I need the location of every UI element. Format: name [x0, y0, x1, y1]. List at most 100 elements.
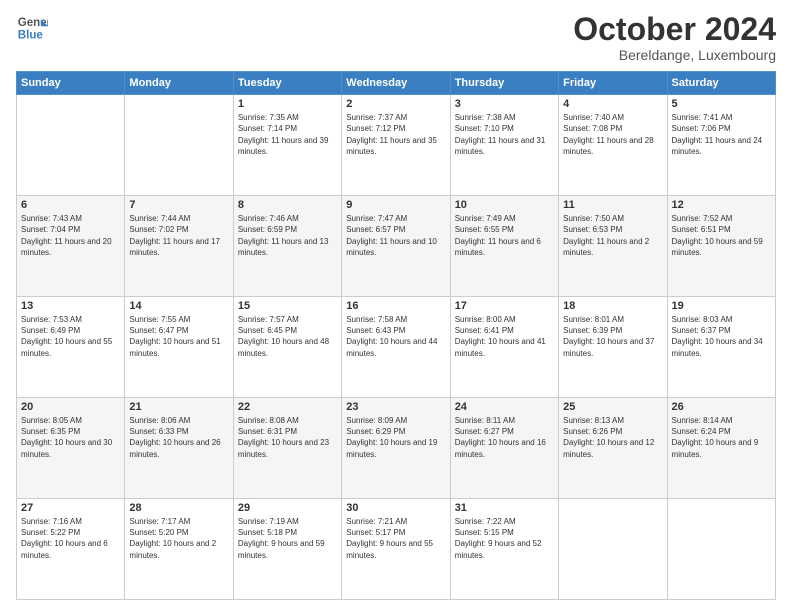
calendar-cell: [125, 95, 233, 196]
day-info: Sunrise: 8:08 AMSunset: 6:31 PMDaylight:…: [238, 415, 337, 460]
day-info: Sunrise: 7:46 AMSunset: 6:59 PMDaylight:…: [238, 213, 337, 258]
week-row-4: 20Sunrise: 8:05 AMSunset: 6:35 PMDayligh…: [17, 398, 776, 499]
day-number: 6: [21, 199, 120, 211]
calendar-cell: 31 Sunrise: 7:22 AMSunset: 5:15 PMDayligh…: [450, 499, 558, 600]
calendar-cell: 30Sunrise: 7:21 AMSunset: 5:17 PMDayligh…: [342, 499, 450, 600]
calendar-cell: 27 Sunrise: 7:16 AMSunset: 5:22 PMDayligh…: [17, 499, 125, 600]
day-info: Sunrise: 7:50 AMSunset: 6:53 PMDaylight:…: [563, 213, 662, 258]
day-number: 29: [238, 502, 337, 514]
day-number: 2: [346, 98, 445, 110]
day-number: 14: [129, 300, 228, 312]
svg-text:Blue: Blue: [18, 30, 44, 42]
day-info: Sunrise: 7:38 AMSunset: 7:10 PMDaylight:…: [455, 112, 554, 157]
day-number: 16: [346, 300, 445, 312]
day-number: 17: [455, 300, 554, 312]
page: General Blue October 2024 Bereldange, Lu…: [0, 0, 792, 612]
logo-icon: General Blue: [16, 12, 48, 44]
day-info: Sunrise: 8:05 AMSunset: 6:35 PMDaylight:…: [21, 415, 120, 460]
day-info: Sunrise: 7:40 AMSunset: 7:08 PMDaylight:…: [563, 112, 662, 157]
day-number: 18: [563, 300, 662, 312]
day-info: Sunrise: 7:21 AMSunset: 5:17 PMDaylight:…: [346, 516, 445, 561]
calendar-cell: 24 Sunrise: 8:11 AMSunset: 6:27 PMDayligh…: [450, 398, 558, 499]
weekday-header-friday: Friday: [559, 72, 667, 95]
day-number: 12: [672, 199, 771, 211]
day-info: Sunrise: 8:13 AMSunset: 6:26 PMDaylight:…: [563, 415, 662, 460]
calendar-cell: 9Sunrise: 7:47 AMSunset: 6:57 PMDaylight…: [342, 196, 450, 297]
day-number: 31: [455, 502, 554, 514]
day-number: 11: [563, 199, 662, 211]
calendar-cell: 2 Sunrise: 7:37 AMSunset: 7:12 PMDaylight…: [342, 95, 450, 196]
day-number: 10: [455, 199, 554, 211]
calendar-cell: 7Sunrise: 7:44 AMSunset: 7:02 PMDaylight…: [125, 196, 233, 297]
week-row-1: 1 Sunrise: 7:35 AMSunset: 7:14 PMDaylight…: [17, 95, 776, 196]
calendar-cell: 16 Sunrise: 7:58 AMSunset: 6:43 PMDayligh…: [342, 297, 450, 398]
calendar-cell: 15 Sunrise: 7:57 AMSunset: 6:45 PMDayligh…: [233, 297, 341, 398]
calendar-table: SundayMondayTuesdayWednesdayThursdayFrid…: [16, 71, 776, 600]
day-number: 4: [563, 98, 662, 110]
day-number: 19: [672, 300, 771, 312]
calendar-cell: 20Sunrise: 8:05 AMSunset: 6:35 PMDayligh…: [17, 398, 125, 499]
day-number: 24: [455, 401, 554, 413]
title-block: October 2024 Bereldange, Luxembourg: [573, 12, 776, 63]
day-info: Sunrise: 8:00 AMSunset: 6:41 PMDaylight:…: [455, 314, 554, 359]
day-number: 21: [129, 401, 228, 413]
day-info: Sunrise: 7:43 AMSunset: 7:04 PMDaylight:…: [21, 213, 120, 258]
week-row-2: 6 Sunrise: 7:43 AMSunset: 7:04 PMDaylight…: [17, 196, 776, 297]
day-info: Sunrise: 7:57 AMSunset: 6:45 PMDaylight:…: [238, 314, 337, 359]
calendar-cell: [559, 499, 667, 600]
calendar-cell: 29 Sunrise: 7:19 AMSunset: 5:18 PMDayligh…: [233, 499, 341, 600]
day-info: Sunrise: 8:14 AMSunset: 6:24 PMDaylight:…: [672, 415, 771, 460]
calendar-cell: 28Sunrise: 7:17 AMSunset: 5:20 PMDayligh…: [125, 499, 233, 600]
weekday-header-tuesday: Tuesday: [233, 72, 341, 95]
day-info: Sunrise: 7:47 AMSunset: 6:57 PMDaylight:…: [346, 213, 445, 258]
calendar-cell: [667, 499, 775, 600]
calendar-cell: 4 Sunrise: 7:40 AMSunset: 7:08 PMDaylight…: [559, 95, 667, 196]
day-info: Sunrise: 8:11 AMSunset: 6:27 PMDaylight:…: [455, 415, 554, 460]
calendar-cell: 22Sunrise: 8:08 AMSunset: 6:31 PMDayligh…: [233, 398, 341, 499]
calendar-cell: 8 Sunrise: 7:46 AMSunset: 6:59 PMDaylight…: [233, 196, 341, 297]
calendar-cell: 23Sunrise: 8:09 AMSunset: 6:29 PMDayligh…: [342, 398, 450, 499]
day-number: 13: [21, 300, 120, 312]
calendar-cell: 21 Sunrise: 8:06 AMSunset: 6:33 PMDayligh…: [125, 398, 233, 499]
week-row-3: 13 Sunrise: 7:53 AMSunset: 6:49 PMDayligh…: [17, 297, 776, 398]
calendar-title: October 2024: [573, 12, 776, 47]
calendar-cell: 19 Sunrise: 8:03 AMSunset: 6:37 PMDayligh…: [667, 297, 775, 398]
day-number: 15: [238, 300, 337, 312]
calendar-cell: 6 Sunrise: 7:43 AMSunset: 7:04 PMDaylight…: [17, 196, 125, 297]
day-info: Sunrise: 7:22 AMSunset: 5:15 PMDaylight:…: [455, 516, 554, 561]
weekday-header-wednesday: Wednesday: [342, 72, 450, 95]
calendar-subtitle: Bereldange, Luxembourg: [573, 47, 776, 63]
calendar-cell: [17, 95, 125, 196]
weekday-header-monday: Monday: [125, 72, 233, 95]
calendar-cell: 3 Sunrise: 7:38 AMSunset: 7:10 PMDaylight…: [450, 95, 558, 196]
day-number: 3: [455, 98, 554, 110]
day-number: 27: [21, 502, 120, 514]
day-number: 23: [346, 401, 445, 413]
week-row-5: 27 Sunrise: 7:16 AMSunset: 5:22 PMDayligh…: [17, 499, 776, 600]
day-info: Sunrise: 7:16 AMSunset: 5:22 PMDaylight:…: [21, 516, 120, 561]
day-info: Sunrise: 7:37 AMSunset: 7:12 PMDaylight:…: [346, 112, 445, 157]
day-number: 28: [129, 502, 228, 514]
day-info: Sunrise: 8:06 AMSunset: 6:33 PMDaylight:…: [129, 415, 228, 460]
calendar-cell: 11 Sunrise: 7:50 AMSunset: 6:53 PMDayligh…: [559, 196, 667, 297]
day-number: 5: [672, 98, 771, 110]
calendar-cell: 26Sunrise: 8:14 AMSunset: 6:24 PMDayligh…: [667, 398, 775, 499]
calendar-cell: 14Sunrise: 7:55 AMSunset: 6:47 PMDayligh…: [125, 297, 233, 398]
weekday-header-thursday: Thursday: [450, 72, 558, 95]
day-number: 8: [238, 199, 337, 211]
calendar-cell: 1 Sunrise: 7:35 AMSunset: 7:14 PMDaylight…: [233, 95, 341, 196]
weekday-header-sunday: Sunday: [17, 72, 125, 95]
calendar-cell: 18 Sunrise: 8:01 AMSunset: 6:39 PMDayligh…: [559, 297, 667, 398]
day-info: Sunrise: 7:19 AMSunset: 5:18 PMDaylight:…: [238, 516, 337, 561]
day-info: Sunrise: 7:35 AMSunset: 7:14 PMDaylight:…: [238, 112, 337, 157]
day-info: Sunrise: 8:01 AMSunset: 6:39 PMDaylight:…: [563, 314, 662, 359]
day-number: 25: [563, 401, 662, 413]
calendar-cell: 25 Sunrise: 8:13 AMSunset: 6:26 PMDayligh…: [559, 398, 667, 499]
day-info: Sunrise: 7:53 AMSunset: 6:49 PMDaylight:…: [21, 314, 120, 359]
day-number: 1: [238, 98, 337, 110]
day-info: Sunrise: 7:58 AMSunset: 6:43 PMDaylight:…: [346, 314, 445, 359]
day-info: Sunrise: 7:49 AMSunset: 6:55 PMDaylight:…: [455, 213, 554, 258]
day-info: Sunrise: 7:41 AMSunset: 7:06 PMDaylight:…: [672, 112, 771, 157]
logo: General Blue: [16, 12, 48, 44]
day-info: Sunrise: 8:03 AMSunset: 6:37 PMDaylight:…: [672, 314, 771, 359]
